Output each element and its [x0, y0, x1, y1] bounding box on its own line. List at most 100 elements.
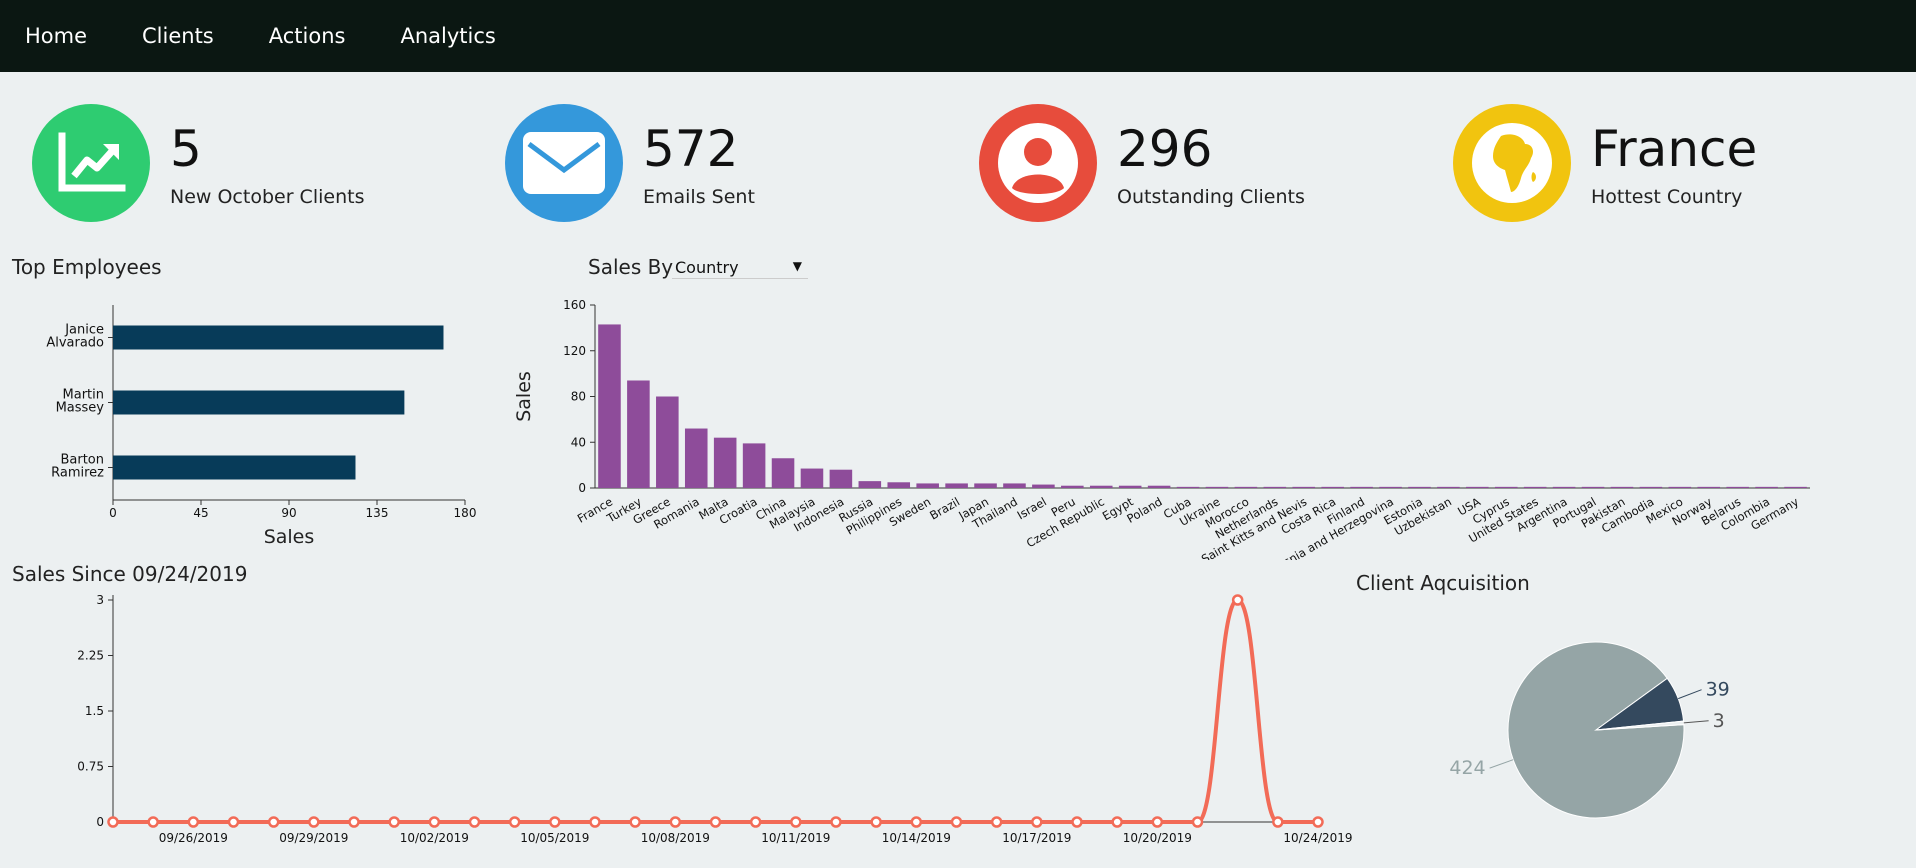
- kpi-value: 296: [1117, 120, 1213, 178]
- y-tick-label: 0.75: [77, 760, 104, 774]
- x-tick-label: 10/05/2019: [520, 831, 589, 845]
- bar: [1118, 485, 1142, 488]
- bar: [598, 324, 621, 488]
- data-point: [990, 816, 1003, 828]
- pie-leader-line: [1489, 759, 1514, 769]
- x-tick-label: 180: [454, 506, 477, 520]
- data-point: [388, 816, 400, 828]
- data-point: [1031, 816, 1043, 828]
- x-tick-label: 10/17/2019: [1002, 831, 1071, 845]
- kpi-label: New October Clients: [170, 186, 365, 208]
- bar: [974, 483, 997, 488]
- data-point: [1071, 816, 1083, 828]
- pie-label: 424: [1449, 757, 1485, 779]
- bar: [1263, 486, 1287, 488]
- data-point: [1312, 816, 1324, 828]
- data-point: [950, 816, 963, 828]
- bar: [1089, 485, 1113, 488]
- globe-africa-icon: [1453, 104, 1571, 222]
- nav-home[interactable]: Home: [25, 24, 87, 48]
- data-point: [830, 816, 842, 828]
- y-axis-label: Sales: [513, 371, 535, 422]
- caret-down-icon: ▼: [792, 259, 802, 273]
- x-tick-label: 10/11/2019: [761, 831, 830, 845]
- data-point: [749, 816, 762, 828]
- data-point: [308, 816, 320, 828]
- chart-trend-icon: [32, 104, 150, 222]
- kpi-label: Hottest Country: [1591, 186, 1743, 208]
- data-point: [629, 816, 641, 828]
- bar: [684, 428, 708, 488]
- category-label: Janice Alvarado: [46, 323, 104, 351]
- bar: [113, 390, 405, 415]
- x-tick-label: 10/14/2019: [882, 831, 951, 845]
- nav-clients[interactable]: Clients: [142, 24, 214, 48]
- kpi-value: 5: [170, 120, 202, 178]
- bar: [113, 455, 356, 480]
- sales-by-country-chart: 04080120160FranceTurkeyGreeceRomaniaMalt…: [513, 298, 1810, 560]
- bar: [1437, 486, 1460, 488]
- data-point: [468, 816, 481, 828]
- x-tick-label: 09/29/2019: [279, 831, 348, 845]
- kpi-label: Outstanding Clients: [1117, 186, 1305, 208]
- top-nav: Home Clients Actions Analytics: [0, 0, 1916, 72]
- x-tick-label: 10/24/2019: [1283, 831, 1352, 845]
- bar: [1726, 486, 1749, 488]
- kpi-value: 572: [643, 120, 739, 178]
- envelope-icon: [505, 104, 623, 222]
- x-tick-label: 10/20/2019: [1123, 831, 1192, 845]
- x-tick-label: 45: [193, 506, 208, 520]
- data-point: [508, 816, 521, 828]
- bar: [858, 481, 882, 488]
- x-tick-label: Israel: [1015, 494, 1049, 522]
- data-point: [428, 816, 441, 828]
- pie-label: 39: [1706, 679, 1730, 701]
- sales-by-select[interactable]: Country ▼: [672, 256, 808, 279]
- nav-analytics[interactable]: Analytics: [400, 24, 495, 48]
- data-point: [1111, 816, 1123, 828]
- y-tick-label: 40: [571, 435, 586, 449]
- client-acquisition-title: Client Aqcuisition: [1356, 571, 1530, 595]
- bar: [1494, 486, 1518, 488]
- sales-since-chart: 0 0.75 1.5 2.25 3 09/26/2019 09/29/2019 10/02/2…: [77, 593, 1352, 845]
- pie-leader-line: [1683, 720, 1709, 724]
- x-tick-label: 10/08/2019: [641, 831, 710, 845]
- y-tick-label: 0: [578, 481, 586, 495]
- nav-actions[interactable]: Actions: [269, 24, 346, 48]
- data-point: [669, 816, 682, 828]
- data-point: [790, 816, 802, 828]
- x-tick-label: 90: [281, 506, 296, 520]
- bar: [1061, 485, 1084, 488]
- data-point: [147, 816, 159, 828]
- bar: [1147, 485, 1171, 488]
- bar: [1350, 486, 1373, 488]
- y-tick-label: 80: [571, 390, 586, 404]
- y-tick-label: 3: [96, 593, 104, 607]
- data-point: [348, 816, 360, 828]
- bar: [1697, 486, 1721, 488]
- x-tick-label: 135: [366, 506, 389, 520]
- category-label: Martin Massey: [56, 388, 105, 416]
- bar: [945, 483, 968, 488]
- y-tick-label: 2.25: [77, 649, 104, 663]
- kpi-value: France: [1591, 120, 1758, 178]
- bar: [656, 396, 679, 488]
- x-axis-label: Sales: [264, 526, 315, 548]
- y-tick-label: 1.5: [85, 704, 104, 718]
- x-tick-label: 09/26/2019: [159, 831, 228, 845]
- bar: [1466, 486, 1489, 488]
- y-tick-label: 120: [563, 344, 586, 358]
- data-point: [549, 816, 561, 828]
- sales-by-title: Sales By: [588, 255, 674, 279]
- x-tick-label: Brazil: [927, 494, 962, 522]
- bar: [1523, 486, 1547, 488]
- bar: [1639, 486, 1663, 488]
- bar: [1668, 486, 1692, 488]
- data-point: [1231, 594, 1244, 606]
- sales-by-select-value: Country: [675, 258, 739, 277]
- bar: [113, 325, 444, 350]
- y-tick-label: 160: [563, 298, 586, 312]
- bar: [829, 469, 853, 488]
- data-point: [227, 816, 240, 828]
- data-point: [870, 816, 882, 828]
